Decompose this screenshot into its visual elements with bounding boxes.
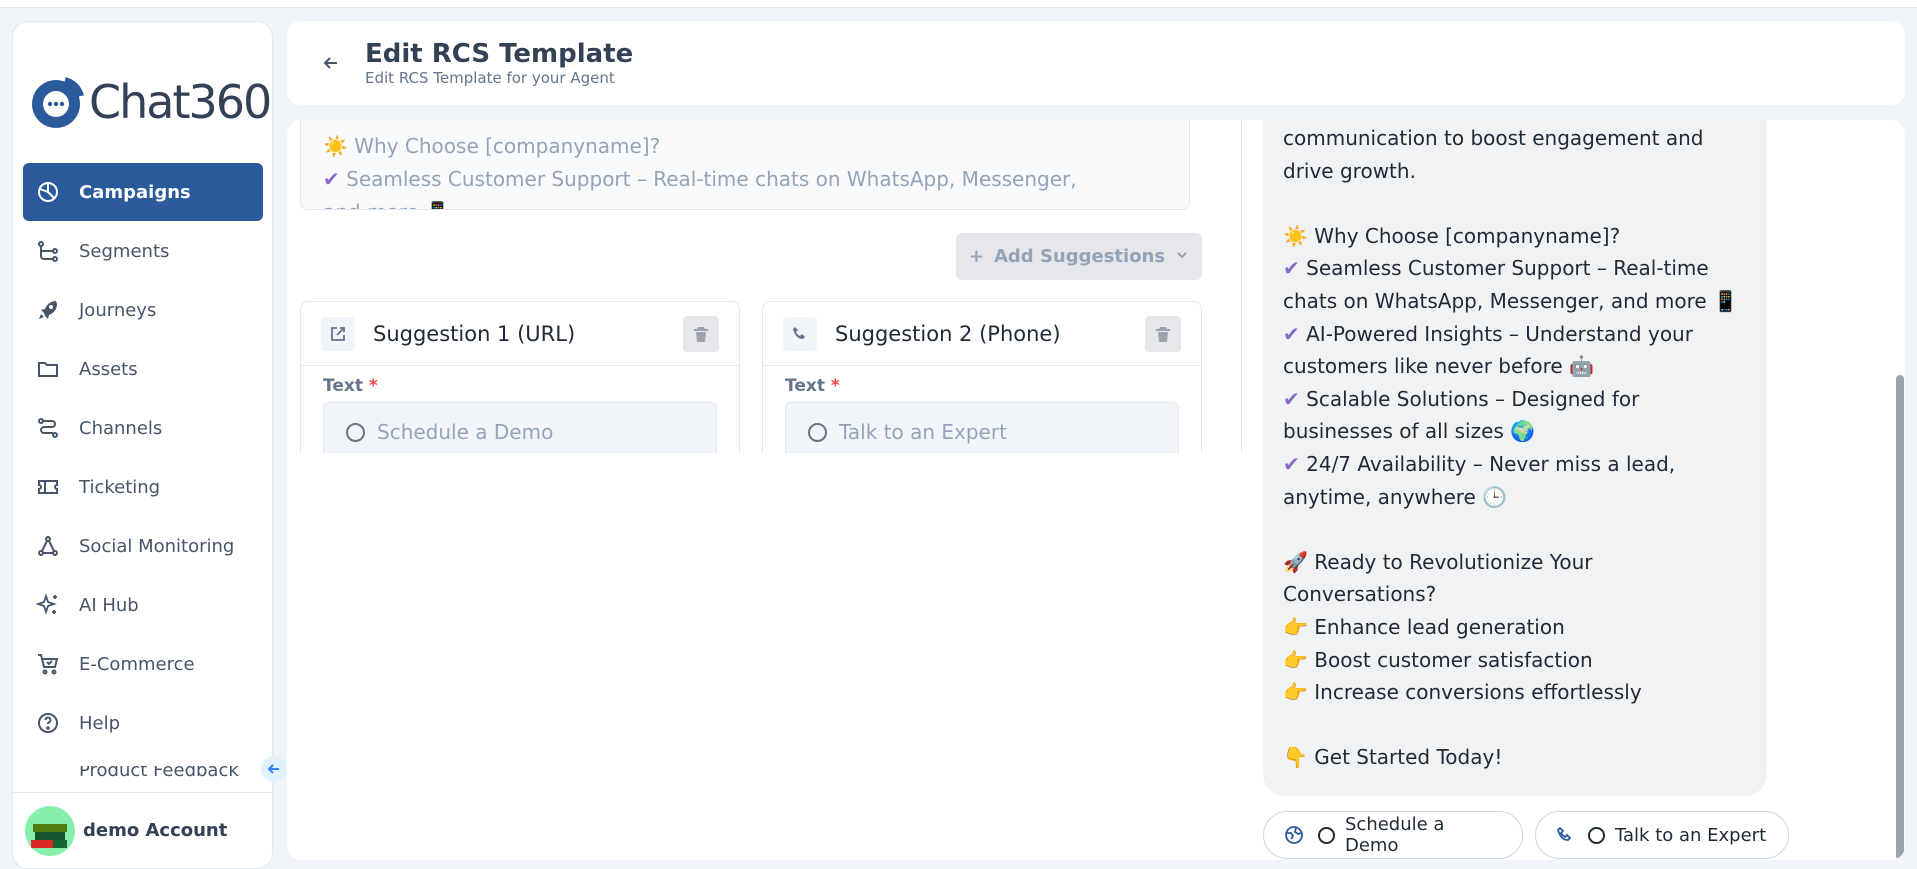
sidebar-item-label: Product Feedback xyxy=(79,766,239,778)
chat-logo-icon xyxy=(32,77,84,128)
phone-icon xyxy=(1556,826,1574,844)
sidebar-item-ai-hub[interactable]: AI Hub xyxy=(23,576,263,634)
sidebar-item-segments[interactable]: Segments xyxy=(23,222,263,280)
pie-chart-icon xyxy=(35,179,61,205)
chip-label: Talk to an Expert xyxy=(1615,824,1767,846)
panel-divider xyxy=(1241,120,1242,453)
suggestion-card-phone: Suggestion 2 (Phone) Text * Talk to an E… xyxy=(762,301,1202,453)
phone-icon xyxy=(783,316,817,351)
radio-icon xyxy=(346,422,365,442)
sidebar-item-label: E-Commerce xyxy=(79,653,195,675)
input-placeholder: Talk to an Expert xyxy=(839,420,1007,444)
sidebar-item-label: Social Monitoring xyxy=(79,535,235,557)
main-panel: ☀️ Why Choose [companyname]? ✔ Seamless … xyxy=(287,120,1905,860)
page-title: Edit RCS Template xyxy=(365,39,634,69)
delete-suggestion-button[interactable] xyxy=(1145,315,1181,352)
sidebar-item-campaigns[interactable]: Campaigns xyxy=(23,163,263,221)
chevron-down-icon xyxy=(1175,246,1189,267)
message-line: ☀️ Why Choose [companyname]? xyxy=(323,134,661,158)
sidebar-item-journeys[interactable]: Journeys xyxy=(23,281,263,339)
sidebar-item-label: AI Hub xyxy=(79,594,139,616)
message-line: and more 📱 xyxy=(323,196,1167,209)
sidebar-nav: Campaigns Segments Journeys Assets Chann… xyxy=(23,163,263,753)
folder-icon xyxy=(35,356,61,382)
suggestion-text-input[interactable]: Talk to an Expert xyxy=(785,402,1179,453)
preview-scrollbar[interactable] xyxy=(1896,375,1904,860)
preview-message-bubble: communication to boost engagement and dr… xyxy=(1263,120,1767,796)
trash-icon xyxy=(1156,326,1170,342)
logo[interactable]: Chat360 xyxy=(29,70,272,134)
help-icon xyxy=(35,710,61,736)
cart-icon xyxy=(35,651,61,677)
avatar xyxy=(25,805,75,856)
sidebar-item-help[interactable]: Help xyxy=(23,694,263,752)
globe-icon xyxy=(1284,825,1304,845)
rocket-icon xyxy=(35,297,61,323)
trash-icon xyxy=(694,326,708,342)
sidebar-item-e-commerce[interactable]: E-Commerce xyxy=(23,635,263,693)
page-subtitle: Edit RCS Template for your Agent xyxy=(365,69,615,87)
suggestion-card-url: Suggestion 1 (URL) Text * Schedule a Dem… xyxy=(300,301,740,453)
suggestion-title: Suggestion 1 (URL) xyxy=(373,321,576,346)
message-line: ✔ Seamless Customer Support – Real-time … xyxy=(323,167,1077,191)
sidebar-item-label: Assets xyxy=(79,358,138,380)
add-suggestions-button[interactable]: + Add Suggestions xyxy=(956,233,1202,280)
sidebar-item-social-monitoring[interactable]: Social Monitoring xyxy=(23,517,263,575)
sidebar-item-label: Ticketing xyxy=(79,476,161,498)
input-placeholder: Schedule a Demo xyxy=(377,420,554,444)
external-link-icon xyxy=(321,316,355,351)
sidebar-item-label: Help xyxy=(79,712,121,734)
sidebar-item-product-feedback[interactable]: Product Feedback xyxy=(23,766,263,778)
sidebar: Chat360 Campaigns Segments Journeys Asse… xyxy=(12,21,273,869)
text-field-label: Text * xyxy=(785,376,840,396)
sidebar-item-label: Channels xyxy=(79,417,163,439)
segments-icon xyxy=(35,238,61,264)
plus-icon: + xyxy=(968,246,984,267)
page-header: Edit RCS Template Edit RCS Template for … xyxy=(287,21,1905,105)
preview-chip-talk-expert[interactable]: Talk to an Expert xyxy=(1535,811,1789,859)
text-field-label: Text * xyxy=(323,376,378,396)
message-textarea[interactable]: ☀️ Why Choose [companyname]? ✔ Seamless … xyxy=(300,120,1190,210)
logo-text: Chat360 xyxy=(89,75,272,129)
back-button[interactable] xyxy=(315,53,347,73)
channels-icon xyxy=(35,415,61,441)
sidebar-item-label: Campaigns xyxy=(79,181,191,203)
account-name: demo Account xyxy=(83,820,228,841)
arrow-left-icon xyxy=(323,57,337,69)
suggestion-title: Suggestion 2 (Phone) xyxy=(835,321,1061,346)
sidebar-item-label: Segments xyxy=(79,240,170,262)
account-section[interactable]: demo Account xyxy=(13,792,272,868)
add-suggestions-label: Add Suggestions xyxy=(993,246,1166,267)
chip-label: Schedule a Demo xyxy=(1345,814,1445,856)
ticket-icon xyxy=(35,474,61,500)
network-icon xyxy=(35,533,61,559)
sidebar-item-label: Journeys xyxy=(79,299,157,321)
delete-suggestion-button[interactable] xyxy=(683,315,719,352)
collapse-sidebar-button[interactable] xyxy=(261,756,287,782)
suggestion-text-input[interactable]: Schedule a Demo xyxy=(323,402,717,453)
top-bar xyxy=(0,0,1917,8)
sparkles-icon xyxy=(35,592,61,618)
arrow-left-icon xyxy=(267,764,279,774)
radio-icon xyxy=(1588,826,1605,844)
preview-chip-schedule-demo[interactable]: Schedule a Demo xyxy=(1263,811,1523,859)
sidebar-item-assets[interactable]: Assets xyxy=(23,340,263,398)
sidebar-item-channels[interactable]: Channels xyxy=(23,399,263,457)
radio-icon xyxy=(808,422,827,442)
sidebar-item-ticketing[interactable]: Ticketing xyxy=(23,458,263,516)
radio-icon xyxy=(1318,826,1335,844)
